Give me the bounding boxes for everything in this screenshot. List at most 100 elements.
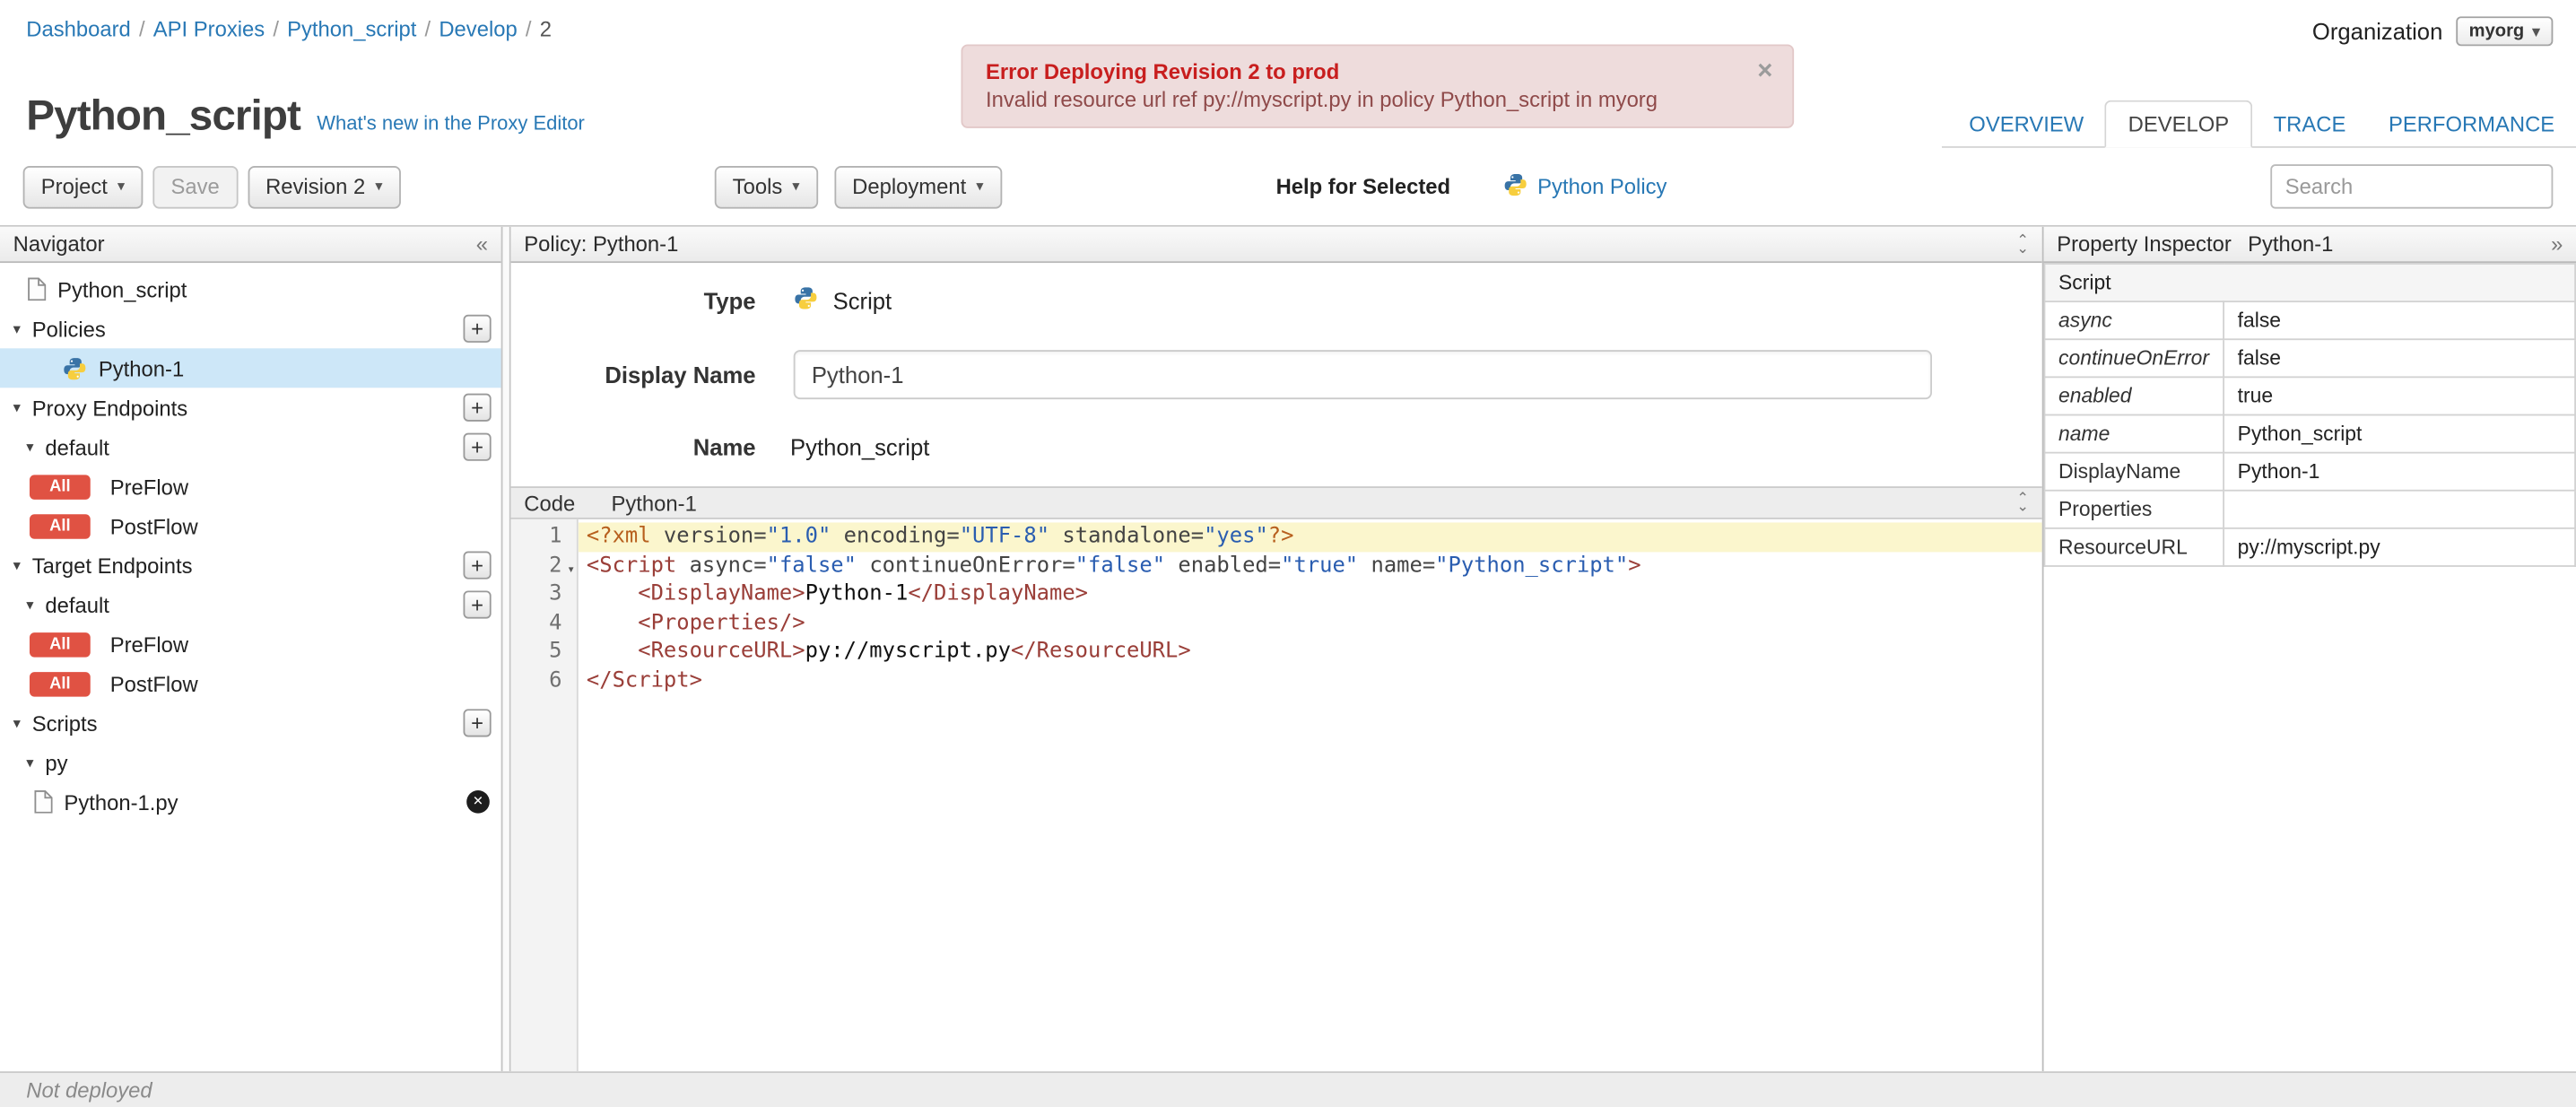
nav-item-label: py: [45, 750, 68, 775]
code-line[interactable]: <Properties/>: [579, 609, 2042, 638]
line-number: 4: [549, 610, 562, 635]
inspector-row[interactable]: continueOnError false: [2043, 338, 2576, 379]
display-name-input[interactable]: [793, 350, 1932, 400]
property-key: DisplayName: [2043, 451, 2225, 492]
code-file-name: Python-1: [611, 490, 697, 516]
caret-down-icon[interactable]: ▾: [26, 596, 33, 614]
nav-item-python-1-py[interactable]: Python-1.py ✕: [0, 782, 501, 822]
add-button[interactable]: +: [463, 393, 492, 422]
breadcrumb-api-proxies[interactable]: API Proxies: [153, 16, 265, 40]
add-button[interactable]: +: [463, 551, 492, 580]
caret-down-icon[interactable]: ▾: [13, 556, 21, 574]
organization-label: Organization: [2311, 18, 2443, 45]
property-value: true: [2223, 376, 2576, 416]
code-lines[interactable]: <?xml version="1.0" encoding="UTF-8" sta…: [578, 519, 2042, 1071]
code-line[interactable]: </Script>: [579, 667, 2042, 695]
nav-item-preflow[interactable]: All PreFlow: [0, 624, 501, 664]
revision-menu-button[interactable]: Revision 2 ▾: [247, 165, 401, 208]
nav-item-default[interactable]: ▾ default +: [0, 585, 501, 624]
nav-item-preflow[interactable]: All PreFlow: [0, 466, 501, 506]
inspector-row[interactable]: async false: [2043, 301, 2576, 341]
breadcrumb-separator: /: [273, 16, 279, 41]
save-button[interactable]: Save: [152, 165, 238, 208]
inspector-row[interactable]: name Python_script: [2043, 414, 2576, 454]
code-line[interactable]: <?xml version="1.0" encoding="UTF-8" sta…: [578, 522, 2042, 552]
caret-down-icon[interactable]: ▾: [26, 754, 33, 771]
breadcrumb-dashboard[interactable]: Dashboard: [26, 16, 131, 40]
code-editor[interactable]: 1 2 ▾ 3 4 5 6 <?xml version="1.0" encoding="UT…: [510, 519, 2042, 1072]
whats-new-link[interactable]: What's new in the Proxy Editor: [317, 112, 585, 135]
navigator-panel: Navigator « Python_script ▾ Policies + Pytho…: [0, 226, 501, 1072]
property-key: enabled: [2043, 376, 2225, 416]
help-for-selected-label: Help for Selected: [1275, 174, 1451, 199]
collapse-expand-icon[interactable]: ⌃ ⌄: [2016, 231, 2029, 255]
search-input[interactable]: [2270, 164, 2554, 209]
display-name-label: Display Name: [605, 361, 756, 388]
nav-item-scripts[interactable]: ▾ Scripts +: [0, 703, 501, 743]
toolbar: Project ▾ Save Revision 2 ▾ Tools ▾ Depl…: [0, 147, 2576, 227]
nav-item-label: PostFlow: [109, 513, 198, 538]
caret-down-icon[interactable]: ▾: [13, 398, 21, 416]
inspector-rows: Script async false continueOnError false ena…: [2043, 263, 2576, 567]
property-value: false: [2223, 301, 2576, 341]
collapse-expand-icon[interactable]: ⌃ ⌄: [2016, 491, 2029, 514]
nav-item-postflow[interactable]: All PostFlow: [0, 506, 501, 545]
caret-down-icon[interactable]: ▾: [26, 438, 33, 456]
main-area: Navigator « Python_script ▾ Policies + Pytho…: [0, 226, 2576, 1072]
deployment-menu-button[interactable]: Deployment ▾: [834, 165, 1002, 208]
code-gutter: 1 2 ▾ 3 4 5 6: [510, 519, 579, 1072]
nav-item-policies[interactable]: ▾ Policies +: [0, 309, 501, 348]
display-name-row: Display Name: [511, 350, 2042, 400]
nav-item-postflow[interactable]: All PostFlow: [0, 664, 501, 703]
nav-item-target-endpoints[interactable]: ▾ Target Endpoints +: [0, 545, 501, 585]
tab-bar: OVERVIEW DEVELOP TRACE PERFORMANCE: [1941, 100, 2576, 148]
nav-item-python-script[interactable]: Python_script: [0, 269, 501, 309]
nav-item-python-1[interactable]: Python-1: [0, 348, 501, 388]
policy-name-value: Python_script: [790, 433, 930, 460]
inspector-row[interactable]: Properties: [2043, 489, 2576, 529]
tab-overview[interactable]: OVERVIEW: [1947, 102, 2105, 146]
python-icon: [794, 286, 818, 316]
caret-down-icon[interactable]: ▾: [13, 319, 21, 337]
screenshot-root: Dashboard / API Proxies / Python_script / Deve…: [0, 0, 2576, 1107]
inspector-section-row: Script: [2043, 263, 2576, 303]
flow-condition-badge: All: [29, 513, 91, 538]
policy-form: Type Script Display Name Name Python_scr…: [511, 263, 2042, 486]
inspector-row[interactable]: DisplayName Python-1: [2043, 451, 2576, 492]
close-icon[interactable]: ×: [1757, 58, 1772, 85]
nav-item-proxy-endpoints[interactable]: ▾ Proxy Endpoints +: [0, 388, 501, 427]
tab-develop[interactable]: DEVELOP: [2105, 100, 2252, 148]
nav-item-default[interactable]: ▾ default +: [0, 427, 501, 466]
collapse-panel-icon[interactable]: «: [476, 231, 488, 256]
code-fold-icon[interactable]: ▾: [567, 554, 575, 583]
code-line[interactable]: <ResourceURL>py://myscript.py</ResourceU…: [579, 638, 2042, 667]
inspector-row[interactable]: enabled true: [2043, 376, 2576, 416]
panel-splitter[interactable]: [500, 226, 511, 1072]
tab-trace[interactable]: TRACE: [2252, 102, 2367, 146]
add-button[interactable]: +: [463, 590, 492, 619]
nav-item-label: Target Endpoints: [31, 553, 193, 578]
project-menu-button[interactable]: Project ▾: [22, 165, 144, 208]
python-policy-help-link[interactable]: Python Policy: [1503, 171, 1667, 201]
name-row: Name Python_script: [511, 434, 2042, 460]
nav-item-py[interactable]: ▾ py: [0, 743, 501, 782]
expand-panel-icon[interactable]: »: [2551, 231, 2563, 256]
organization-dropdown[interactable]: myorg ▾: [2456, 16, 2554, 47]
top-header: Dashboard / API Proxies / Python_script / Deve…: [0, 0, 2576, 148]
tab-performance[interactable]: PERFORMANCE: [2367, 102, 2576, 146]
add-button[interactable]: +: [463, 709, 492, 737]
caret-down-icon[interactable]: ▾: [13, 714, 21, 732]
breadcrumb-proxy-name[interactable]: Python_script: [287, 16, 416, 40]
add-button[interactable]: +: [463, 432, 492, 461]
code-line[interactable]: <DisplayName>Python-1</DisplayName>: [579, 580, 2042, 609]
line-number: 5: [549, 639, 562, 664]
add-button[interactable]: +: [463, 314, 492, 343]
breadcrumb-develop[interactable]: Develop: [439, 16, 517, 40]
code-line[interactable]: <Script async="false" continueOnError="f…: [579, 552, 2042, 580]
flow-condition-badge: All: [29, 671, 91, 696]
tools-menu-button[interactable]: Tools ▾: [714, 165, 818, 208]
line-number: 2 ▾: [511, 552, 577, 580]
inspector-row[interactable]: ResourceURL py://myscript.py: [2043, 527, 2576, 567]
delete-icon[interactable]: ✕: [466, 790, 490, 814]
nav-item-label: Python_script: [57, 276, 187, 302]
